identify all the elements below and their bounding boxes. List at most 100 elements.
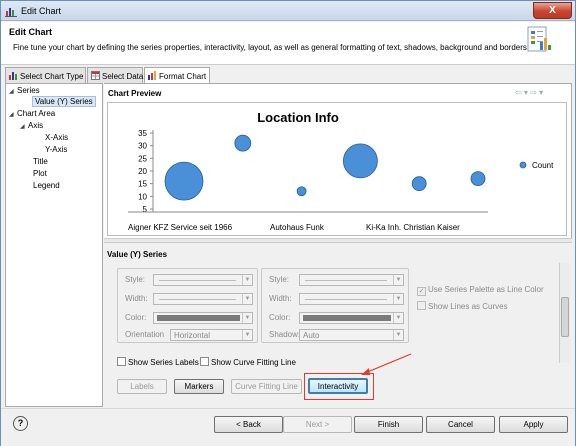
title-bar: Edit Chart X xyxy=(1,1,575,21)
curve-fitting-button[interactable]: Curve Fitting Line xyxy=(231,379,302,394)
orientation-dropdown[interactable]: Horizontal ▼ xyxy=(170,329,253,341)
chart-preview-heading: Chart Preview xyxy=(108,89,162,98)
format-tree: ◢ Series Value (Y) Series ◢ Chart Area ◢ Ax… xyxy=(5,83,103,407)
show-curve-fitting-checkbox[interactable]: Show Curve Fitting Line xyxy=(200,357,296,367)
cancel-button[interactable]: Cancel xyxy=(426,416,495,433)
y-tick-label: 10 xyxy=(138,192,147,201)
tree-item-value-series[interactable]: Value (Y) Series xyxy=(32,96,96,107)
chevron-down-icon: ▼ xyxy=(242,275,252,285)
legend-label: Count xyxy=(532,161,554,170)
labels-button[interactable]: Labels xyxy=(117,379,167,394)
header-title: Edit Chart xyxy=(9,27,53,37)
width-dropdown[interactable]: ▼ xyxy=(153,293,253,305)
tree-item-title[interactable]: Title xyxy=(33,157,48,166)
y-tick-label: 35 xyxy=(138,129,147,138)
y-axis: 5 10 15 20 25 30 35 xyxy=(138,129,154,214)
chevron-down-icon: ▼ xyxy=(393,330,403,340)
scrollbar-thumb[interactable] xyxy=(561,297,569,337)
chart-type-icon xyxy=(9,72,17,80)
line-sample xyxy=(159,280,236,281)
vertical-scrollbar[interactable] xyxy=(559,263,570,363)
tab-label: Select Chart Type xyxy=(20,72,84,81)
color-swatch xyxy=(303,315,391,321)
color-label: Color: xyxy=(125,313,147,322)
finish-button[interactable]: Finish xyxy=(354,416,423,433)
tree-item-x-axis[interactable]: X-Axis xyxy=(45,133,68,142)
bubble-series xyxy=(164,134,486,201)
checkbox-box xyxy=(417,301,426,310)
y-tick-label: 30 xyxy=(138,142,147,151)
tree-item-series[interactable]: ◢ Series xyxy=(9,86,40,95)
line-sample xyxy=(305,280,387,281)
style-label: Style: xyxy=(125,275,146,284)
legend-marker xyxy=(519,161,527,169)
shadow-label: Shadow: xyxy=(269,330,301,339)
color-label: Color: xyxy=(269,313,291,322)
bubble-point xyxy=(164,161,204,201)
chevron-down-icon: ▼ xyxy=(242,313,252,323)
close-button[interactable]: X xyxy=(533,2,572,19)
collapse-icon: ◢ xyxy=(9,112,14,118)
chevron-down-icon: ▼ xyxy=(393,275,403,285)
tab-label: Format Chart xyxy=(159,72,207,81)
tab-format-chart[interactable]: Format Chart xyxy=(144,67,210,84)
style-label: Style: xyxy=(269,275,290,284)
tab-select-data[interactable]: Select Data xyxy=(87,67,143,83)
tree-item-chart-area[interactable]: ◢ Chart Area xyxy=(9,109,55,118)
bubble-point xyxy=(234,134,252,152)
format-chart-icon xyxy=(148,71,156,80)
collapse-icon: ◢ xyxy=(9,89,14,95)
legend: Count xyxy=(519,161,554,170)
collapse-icon: ◢ xyxy=(20,124,25,130)
window-title: Edit Chart xyxy=(21,6,62,16)
dialog-header: Edit Chart Fine tune your chart by defin… xyxy=(1,22,575,65)
x-tick-label: Autohaus Funk xyxy=(270,223,325,232)
help-button[interactable]: ? xyxy=(13,416,28,431)
show-curves-checkbox[interactable]: Show Lines as Curves xyxy=(417,301,508,311)
width-label: Width: xyxy=(125,294,148,303)
tree-item-axis[interactable]: ◢ Axis xyxy=(20,121,43,130)
y-tick-label: 15 xyxy=(138,180,147,189)
line-sample xyxy=(305,299,387,300)
chart-preview: Location Info 5 10 15 20 25 30 35 Aigner KFZ S… xyxy=(107,102,567,236)
style-dropdown[interactable]: ▼ xyxy=(299,274,404,286)
tree-item-legend[interactable]: Legend xyxy=(33,181,60,190)
annotation-arrow xyxy=(361,353,412,375)
tree-item-y-axis[interactable]: Y-Axis xyxy=(45,145,67,154)
show-series-labels-checkbox[interactable]: Show Series Labels xyxy=(117,357,199,367)
orientation-label: Orientation xyxy=(125,330,165,339)
next-button[interactable]: Next > xyxy=(283,416,352,433)
chart-title: Location Info xyxy=(257,110,339,125)
marker-style-group: Style: ▼ Width: ▼ Color: ▼ Shadow: Auto ▼ xyxy=(261,268,409,343)
chevron-down-icon: ▼ xyxy=(242,330,252,340)
bubble-point xyxy=(296,186,307,197)
back-button[interactable]: < Back xyxy=(214,416,283,433)
markers-button[interactable]: Markers xyxy=(174,379,224,394)
tab-label: Select Data xyxy=(102,72,144,81)
properties-heading: Value (Y) Series xyxy=(107,250,168,259)
chevron-down-icon: ▼ xyxy=(393,313,403,323)
nav-arrows[interactable]: ⇦ ▾ ⇨ ▾ xyxy=(515,88,543,97)
color-dropdown[interactable]: ▼ xyxy=(153,312,253,324)
bubble-point xyxy=(411,176,427,192)
tree-item-plot[interactable]: Plot xyxy=(33,169,47,178)
x-tick-label: Ki-Ka Inh. Christian Kaiser xyxy=(366,223,460,232)
color-dropdown[interactable]: ▼ xyxy=(299,312,404,324)
chart-banner-icon xyxy=(527,26,551,52)
width-dropdown[interactable]: ▼ xyxy=(299,293,404,305)
bubble-point xyxy=(342,143,378,179)
style-dropdown[interactable]: ▼ xyxy=(153,274,253,286)
edit-chart-window: Edit Chart X Edit Chart Fine tune your c… xyxy=(0,0,576,446)
right-pane: Chart Preview ⇦ ▾ ⇨ ▾ Location Info 5 10 1… xyxy=(104,83,572,408)
chevron-down-icon: ▼ xyxy=(393,294,403,304)
y-tick-label: 20 xyxy=(138,167,147,176)
chart-app-icon xyxy=(5,8,17,17)
apply-button[interactable]: Apply xyxy=(499,416,568,433)
tab-select-chart-type[interactable]: Select Chart Type xyxy=(5,67,86,83)
x-axis: Aigner KFZ Service seit 1966 Autohaus Fun… xyxy=(128,211,488,232)
line-style-group: Style: ▼ Width: ▼ Color: ▼ Orientation H… xyxy=(117,268,258,343)
width-label: Width: xyxy=(269,294,292,303)
use-palette-checkbox[interactable]: ✓ Use Series Palette as Line Color xyxy=(417,285,544,296)
x-tick-label: Aigner KFZ Service seit 1966 xyxy=(128,223,233,232)
shadow-dropdown[interactable]: Auto ▼ xyxy=(299,329,404,341)
